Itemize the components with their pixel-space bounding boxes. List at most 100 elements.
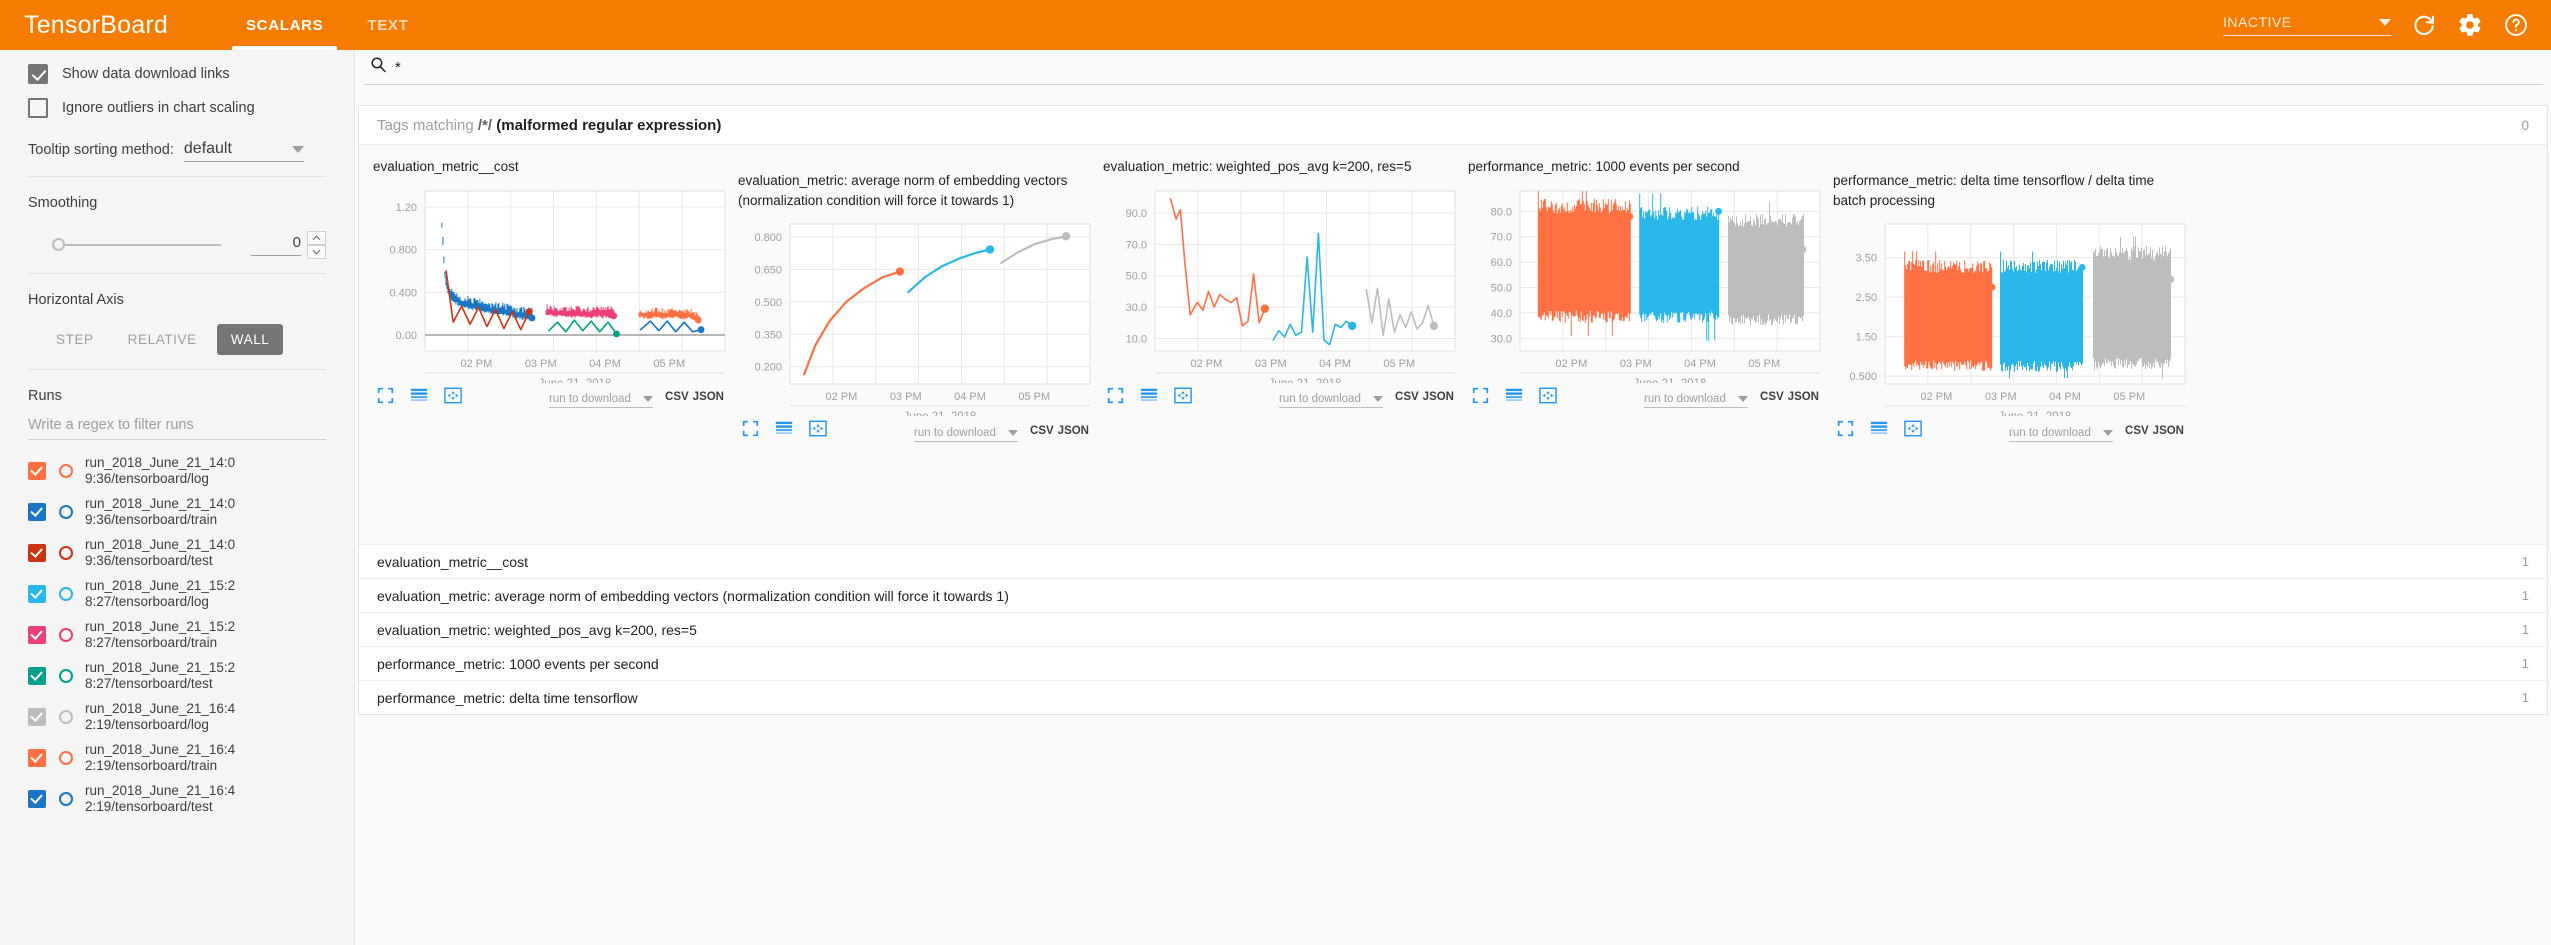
tag-search-bar[interactable] bbox=[364, 50, 2543, 85]
reset-zoom-icon[interactable] bbox=[809, 420, 827, 442]
svg-text:0.500: 0.500 bbox=[754, 297, 782, 309]
svg-text:02 PM: 02 PM bbox=[1556, 358, 1588, 370]
run-label: run_2018_June_21_15:28:27/tensorboard/te… bbox=[85, 660, 236, 691]
run-item[interactable]: run_2018_June_21_16:42:19/tensorboard/tr… bbox=[28, 737, 326, 778]
checkbox-ignore-outliers[interactable]: Ignore outliers in chart scaling bbox=[28, 98, 326, 118]
tag-row[interactable]: evaluation_metric: average norm of embed… bbox=[359, 578, 2547, 612]
toggle-series-icon[interactable] bbox=[1870, 421, 1888, 441]
run-checkbox[interactable] bbox=[28, 543, 46, 562]
charts-area: evaluation_metric__cost 0.00 0.400 0.800 1.2… bbox=[359, 144, 2547, 544]
slider-knob[interactable] bbox=[52, 238, 65, 251]
expand-chart-icon[interactable] bbox=[1107, 387, 1124, 409]
toggle-series-icon[interactable] bbox=[410, 388, 428, 408]
tags-panel-header[interactable]: Tags matching /*/ (malformed regular exp… bbox=[359, 106, 2547, 144]
chart-toolbar: run to download CSV JSON bbox=[1097, 387, 1462, 409]
reset-zoom-icon[interactable] bbox=[1539, 387, 1557, 409]
axis-button-wall[interactable]: WALL bbox=[216, 324, 284, 355]
expand-chart-icon[interactable] bbox=[742, 420, 759, 442]
run-to-download-dropdown[interactable]: run to download bbox=[914, 427, 1019, 442]
tag-search-input[interactable] bbox=[395, 58, 2495, 76]
run-checkbox[interactable] bbox=[28, 748, 46, 767]
checkbox-show-download-links[interactable]: Show data download links bbox=[28, 64, 326, 84]
chart-plot[interactable]: 0.200 0.350 0.500 0.650 0.800 02 PM 03 PM 04 PM… bbox=[732, 216, 1097, 416]
download-csv-link[interactable]: CSV bbox=[1760, 391, 1784, 403]
run-color-circle-icon[interactable] bbox=[59, 504, 73, 519]
run-item[interactable]: run_2018_June_21_14:09:36/tensorboard/te… bbox=[28, 532, 326, 573]
run-color-circle-icon[interactable] bbox=[59, 750, 73, 765]
run-state-dropdown[interactable]: INACTIVE bbox=[2223, 14, 2391, 36]
run-to-download-dropdown[interactable]: run to download bbox=[1279, 393, 1384, 409]
run-checkbox[interactable] bbox=[28, 502, 46, 521]
run-item[interactable]: run_2018_June_21_16:42:19/tensorboard/lo… bbox=[28, 696, 326, 737]
download-json-link[interactable]: JSON bbox=[2153, 425, 2184, 437]
reset-zoom-icon[interactable] bbox=[1904, 420, 1922, 442]
stepper-down-icon[interactable] bbox=[307, 245, 326, 259]
toggle-series-icon[interactable] bbox=[775, 421, 793, 441]
tooltip-sorting-dropdown[interactable]: default bbox=[183, 140, 304, 162]
expand-chart-icon[interactable] bbox=[1837, 420, 1854, 442]
gear-icon[interactable] bbox=[2457, 12, 2483, 38]
refresh-icon[interactable] bbox=[2411, 12, 2437, 38]
download-csv-link[interactable]: CSV bbox=[665, 391, 689, 403]
run-item[interactable]: run_2018_June_21_15:28:27/tensorboard/te… bbox=[28, 655, 326, 696]
tab-text[interactable]: TEXT bbox=[345, 0, 430, 50]
reset-zoom-icon[interactable] bbox=[1174, 387, 1192, 409]
checkbox-icon bbox=[28, 98, 48, 118]
run-checkbox[interactable] bbox=[28, 789, 46, 808]
download-csv-link[interactable]: CSV bbox=[1395, 391, 1419, 403]
run-to-download-dropdown[interactable]: run to download bbox=[2009, 427, 2114, 442]
toggle-series-icon[interactable] bbox=[1140, 388, 1158, 408]
run-item[interactable]: run_2018_June_21_15:28:27/tensorboard/tr… bbox=[28, 614, 326, 655]
tag-row[interactable]: performance_metric: 1000 events per seco… bbox=[359, 646, 2547, 680]
run-color-circle-icon[interactable] bbox=[59, 668, 73, 683]
run-label: run_2018_June_21_14:09:36/tensorboard/te… bbox=[85, 537, 236, 568]
chart-plot[interactable]: 0.00 0.400 0.800 1.20 02 PM 03 PM 04 PM 05 PM Ju… bbox=[367, 183, 732, 383]
smoothing-slider[interactable] bbox=[52, 238, 222, 252]
tag-row[interactable]: evaluation_metric: weighted_pos_avg k=20… bbox=[359, 612, 2547, 646]
download-json-link[interactable]: JSON bbox=[1058, 425, 1089, 437]
runs-filter-input[interactable] bbox=[28, 417, 326, 433]
run-checkbox[interactable] bbox=[28, 625, 46, 644]
svg-text:03 PM: 03 PM bbox=[1620, 358, 1652, 370]
download-csv-link[interactable]: CSV bbox=[1030, 425, 1054, 437]
run-color-circle-icon[interactable] bbox=[59, 791, 73, 806]
toggle-series-icon[interactable] bbox=[1505, 388, 1523, 408]
run-to-download-dropdown[interactable]: run to download bbox=[549, 393, 654, 409]
download-json-link[interactable]: JSON bbox=[1788, 391, 1819, 403]
run-checkbox[interactable] bbox=[28, 461, 46, 480]
chart-plot[interactable]: 10.0 30.0 50.0 70.0 90.0 02 PM 03 PM 04 PM 05 PM… bbox=[1097, 183, 1462, 383]
run-item[interactable]: run_2018_June_21_14:09:36/tensorboard/lo… bbox=[28, 450, 326, 491]
run-color-circle-icon[interactable] bbox=[59, 709, 73, 724]
run-color-circle-icon[interactable] bbox=[59, 586, 73, 601]
run-item[interactable]: run_2018_June_21_16:42:19/tensorboard/te… bbox=[28, 778, 326, 819]
run-checkbox[interactable] bbox=[28, 666, 46, 685]
run-checkbox[interactable] bbox=[28, 584, 46, 603]
axis-button-relative[interactable]: RELATIVE bbox=[114, 324, 211, 355]
help-icon[interactable] bbox=[2503, 12, 2529, 38]
tag-row[interactable]: evaluation_metric__cost 1 bbox=[359, 544, 2547, 578]
download-csv-link[interactable]: CSV bbox=[2125, 425, 2149, 437]
expand-chart-icon[interactable] bbox=[1472, 387, 1489, 409]
stepper-up-icon[interactable] bbox=[307, 231, 326, 245]
run-color-circle-icon[interactable] bbox=[59, 545, 73, 560]
expand-chart-icon[interactable] bbox=[377, 387, 394, 409]
run-to-download-dropdown[interactable]: run to download bbox=[1644, 393, 1749, 409]
smoothing-input[interactable]: 0 bbox=[251, 234, 301, 256]
run-color-circle-icon[interactable] bbox=[59, 463, 73, 478]
tag-row[interactable]: performance_metric: delta time tensorflo… bbox=[359, 680, 2547, 714]
svg-text:70.0: 70.0 bbox=[1491, 231, 1512, 243]
download-json-link[interactable]: JSON bbox=[1423, 391, 1454, 403]
runs-filter[interactable] bbox=[28, 416, 326, 440]
tab-scalars[interactable]: SCALARS bbox=[224, 0, 345, 50]
reset-zoom-icon[interactable] bbox=[444, 387, 462, 409]
run-color-circle-icon[interactable] bbox=[59, 627, 73, 642]
download-json-link[interactable]: JSON bbox=[693, 391, 724, 403]
chart-plot[interactable]: 30.0 40.0 50.0 60.0 70.0 80.0 02 PM 03 PM 04 PM 0… bbox=[1462, 183, 1827, 383]
run-item[interactable]: run_2018_June_21_14:09:36/tensorboard/tr… bbox=[28, 491, 326, 532]
chart-card: evaluation_metric__cost 0.00 0.400 0.800 1.2… bbox=[367, 153, 732, 544]
chart-plot[interactable]: 0.500 1.50 2.50 3.50 02 PM 03 PM 04 PM 05 PM Jun… bbox=[1827, 216, 2192, 416]
tag-row-count: 1 bbox=[2521, 554, 2529, 569]
run-checkbox[interactable] bbox=[28, 707, 46, 726]
axis-button-step[interactable]: STEP bbox=[42, 324, 108, 355]
run-item[interactable]: run_2018_June_21_15:28:27/tensorboard/lo… bbox=[28, 573, 326, 614]
